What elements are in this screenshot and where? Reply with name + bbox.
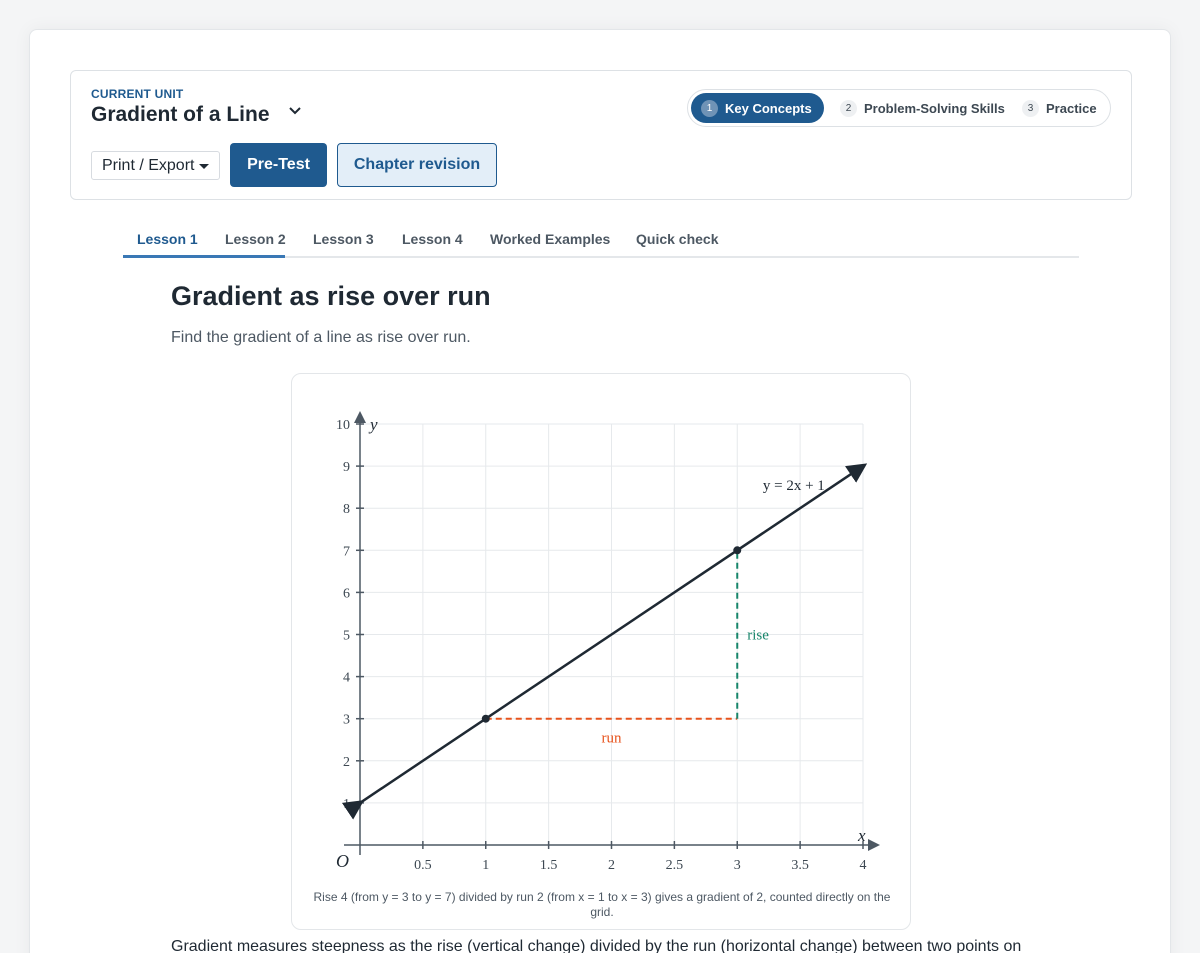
figure-card: x y O 0.5 1 1.5 2 2.5 3 3.5 4 1 2 3 4 5 6 7 8 9 10 run rise y… [291,373,911,930]
rise-label: rise [747,628,769,644]
x-tick-label: 2 [608,858,615,873]
lesson-subtitle: Find the gradient of a line as rise over… [171,329,471,346]
tab-lesson-2[interactable]: Lesson 2 [225,231,286,247]
step-key-concepts[interactable]: 1 Key Concepts [691,93,824,123]
x-tick-label: 1.5 [540,858,558,873]
y-tick-label: 4 [343,671,350,686]
y-tick-label: 8 [343,502,350,517]
run-label: run [602,731,622,747]
line-equation-label: y = 2x + 1 [763,478,825,494]
tab-quick-check[interactable]: Quick check [636,231,719,247]
step-label: Key Concepts [725,100,812,116]
step-label: Problem-Solving Skills [864,100,1005,116]
x-tick-label: 0.5 [414,858,432,873]
lesson-title: Gradient as rise over run [171,281,491,311]
y-axis-label: y [368,415,378,434]
y-tick-label: 9 [343,460,350,475]
step-practice[interactable]: 3 Practice [1022,93,1097,123]
y-tick-label: 10 [336,418,350,433]
pretest-button[interactable]: Pre-Test [230,143,327,187]
lesson-body-text: Gradient measures steepness as the rise … [171,938,1022,953]
step-label: Practice [1046,100,1097,116]
data-point [481,714,490,723]
page-card: CURRENT UNIT Gradient of a Line Print / … [29,29,1171,953]
figure-caption: Rise 4 (from y = 3 to y = 7) divided by … [313,890,891,919]
x-tick-label: 3.5 [791,858,809,873]
data-point [733,546,742,555]
caret-down-icon [199,164,210,169]
tab-lesson-3[interactable]: Lesson 3 [313,231,374,247]
step-number: 3 [1022,99,1039,117]
step-number: 1 [701,99,718,117]
y-tick-label: 2 [343,755,350,770]
tab-lesson-4[interactable]: Lesson 4 [402,231,463,247]
unit-stepper: 1 Key Concepts 2 Problem-Solving Skills … [687,89,1111,127]
y-tick-label: 5 [343,629,350,644]
print-export-label: Print / Export [102,156,195,174]
chapter-revision-button[interactable]: Chapter revision [337,143,497,187]
step-problem-solving-skills[interactable]: 2 Problem-Solving Skills [840,93,1005,123]
active-tab-indicator [123,255,285,258]
print-export-button[interactable]: Print / Export [91,151,221,180]
tab-lesson-1[interactable]: Lesson 1 [137,231,198,247]
lesson-tabs: Lesson 1 Lesson 2 Lesson 3 Lesson 4 Work… [123,220,1079,258]
tab-worked-examples[interactable]: Worked Examples [490,231,610,247]
x-tick-label: 2.5 [666,858,684,873]
unit-header: CURRENT UNIT Gradient of a Line Print / … [70,70,1132,200]
y-tick-label: 6 [343,586,350,601]
unit-title[interactable]: Gradient of a Line [91,103,270,127]
gradient-chart: x y O 0.5 1 1.5 2 2.5 3 3.5 4 1 2 3 4 5 6 7 8 9 10 run rise y… [336,411,880,873]
y-tick-label: 3 [343,713,350,728]
step-number: 2 [840,99,857,117]
y-tick-label: 7 [343,544,350,559]
y-tick-label: 1 [343,797,350,812]
chevron-down-icon[interactable] [287,103,303,119]
x-tick-label: 3 [734,858,741,873]
x-tick-label: 1 [482,858,489,873]
origin-label: O [336,851,349,871]
x-tick-label: 4 [860,858,867,873]
x-axis-label: x [857,826,866,845]
current-unit-label: CURRENT UNIT [91,87,184,101]
